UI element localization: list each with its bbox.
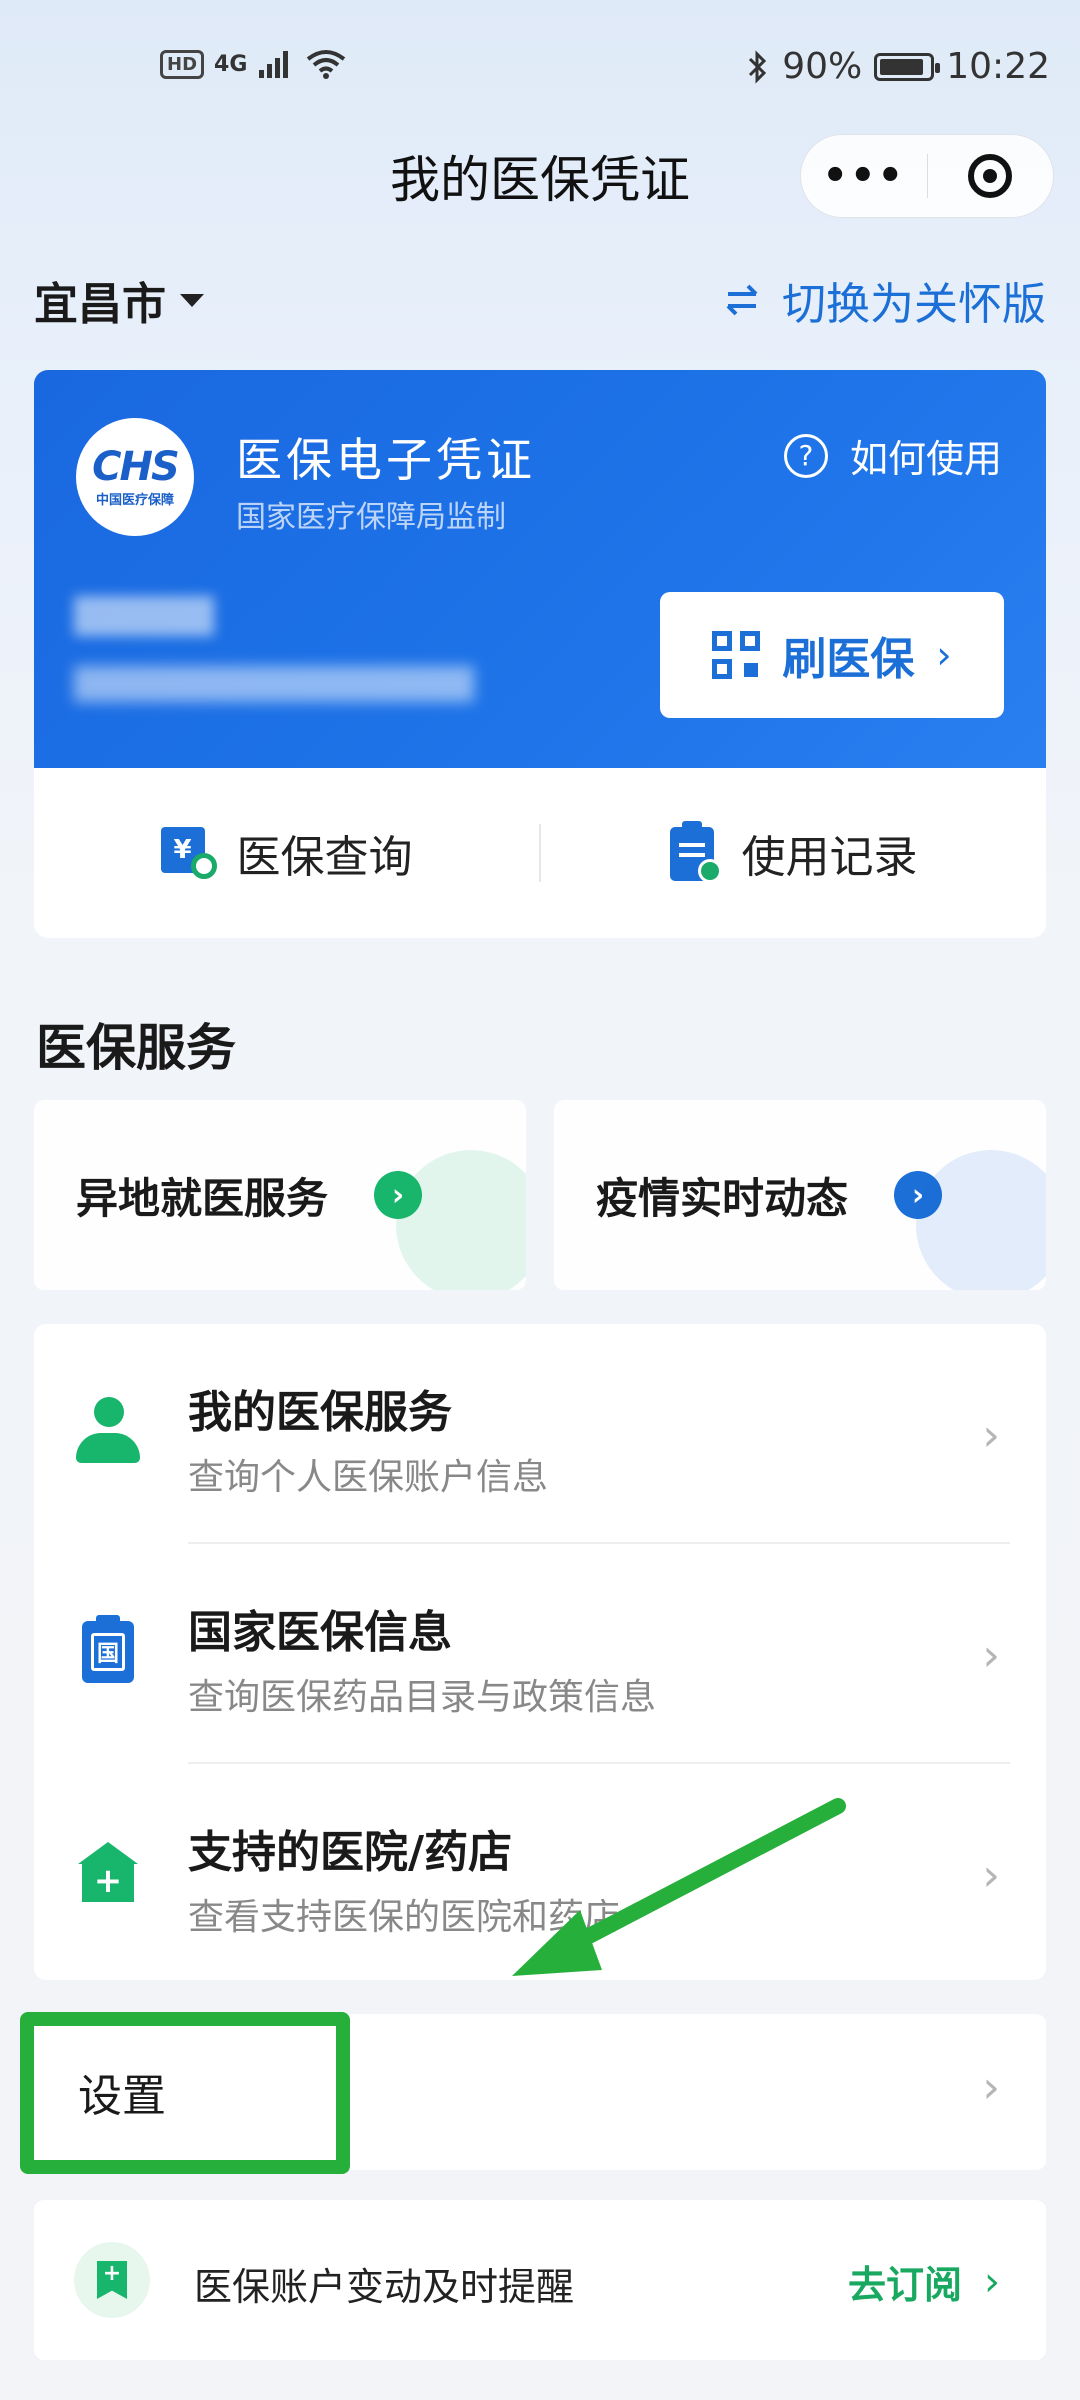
how-to-use-link[interactable]: ? 如何使用	[783, 428, 1002, 483]
list-item-title: 国家医保信息	[188, 1607, 452, 1658]
hospital-icon: +	[70, 1834, 146, 1910]
subscribe-text: 医保账户变动及时提醒	[194, 2265, 575, 2309]
chs-logo: CHS 中国医疗保障	[76, 418, 194, 536]
list-item-my-insurance-service[interactable]: 我的医保服务 查询个人医保账户信息 ›	[34, 1324, 1046, 1542]
epidemic-news-card[interactable]: 疫情实时动态 ›	[554, 1100, 1046, 1290]
caret-down-icon	[180, 293, 204, 307]
network-label: 4G	[214, 51, 248, 77]
chs-logo-text: CHS	[92, 443, 180, 490]
card-subtitle: 国家医疗保障局监制	[236, 500, 506, 535]
switch-care-mode[interactable]: 切换为关怀版	[722, 268, 1046, 332]
city-label: 宜昌市	[34, 279, 166, 330]
promo-label: 疫情实时动态	[596, 1173, 849, 1223]
scan-insurance-button[interactable]: 刷医保 ›	[660, 592, 1004, 718]
chevron-right-icon: ›	[982, 1850, 1000, 1901]
chevron-right-icon: ›	[982, 1410, 1000, 1461]
target-icon	[968, 154, 1013, 198]
card-actions: ¥ 医保查询 使用记录	[34, 768, 1046, 938]
status-right: 90% 10:22	[746, 46, 1050, 87]
bluetooth-icon	[749, 49, 767, 84]
battery-fill	[880, 58, 924, 75]
list-item-title: 支持的医院/药店	[188, 1827, 513, 1878]
question-icon: ?	[783, 433, 828, 478]
chevron-right-icon: ›	[982, 2062, 1000, 2113]
card-title: 医保电子凭证	[236, 433, 536, 487]
close-button[interactable]	[928, 135, 1054, 217]
blurred-name	[74, 596, 214, 636]
list-item-supported-hospitals[interactable]: + 支持的医院/药店 查看支持医保的医院和药店 ›	[34, 1764, 1046, 1982]
person-icon	[70, 1394, 146, 1470]
insurance-query-label: 医保查询	[236, 832, 413, 883]
qr-code-icon	[712, 631, 761, 679]
usage-record-label: 使用记录	[741, 832, 918, 883]
insurance-query-button[interactable]: ¥ 医保查询	[34, 821, 539, 885]
promo-label: 异地就医服务	[76, 1173, 329, 1223]
highlight-box	[20, 2012, 350, 2174]
list-item-title: 我的医保服务	[188, 1387, 452, 1438]
list-item-desc: 查看支持医保的医院和药店	[188, 1897, 621, 1938]
record-icon	[669, 821, 722, 883]
blurred-id-number	[74, 666, 474, 702]
status-left: HD 4G	[160, 48, 347, 80]
signal-icon	[259, 51, 289, 78]
clipboard-icon: 国	[70, 1614, 146, 1690]
swap-arrows-icon	[726, 284, 758, 316]
more-button[interactable]: •••	[801, 135, 927, 217]
status-bar: HD 4G 90% 10:22	[0, 0, 1080, 130]
people-decoration	[916, 1150, 1046, 1290]
chevron-right-icon: ›	[936, 633, 952, 677]
mini-program-capsule: •••	[800, 134, 1054, 218]
bookmark-icon: +	[74, 2242, 150, 2318]
card-header: CHS 中国医疗保障 医保电子凭证 国家医疗保障局监制 ? 如何使用 刷医保 ›	[34, 370, 1046, 768]
hospital-icon-cross: +	[82, 1862, 134, 1902]
query-icon: ¥	[160, 827, 217, 879]
city-selector[interactable]: 宜昌市	[34, 268, 204, 332]
list-item-national-insurance-info[interactable]: 国 国家医保信息 查询医保药品目录与政策信息 ›	[34, 1544, 1046, 1762]
chs-logo-subtext: 中国医疗保障	[95, 492, 174, 508]
medical-insurance-card: CHS 中国医疗保障 医保电子凭证 国家医疗保障局监制 ? 如何使用 刷医保 ›…	[34, 370, 1046, 938]
battery-percent: 90%	[782, 46, 863, 87]
shield-decoration	[396, 1150, 526, 1290]
switch-mode-label: 切换为关怀版	[782, 279, 1046, 330]
list-item-desc: 查询医保药品目录与政策信息	[188, 1677, 657, 1718]
subscribe-button[interactable]: 去订阅 ›	[848, 2254, 1000, 2309]
scan-label: 刷医保	[782, 634, 915, 685]
chevron-right-icon: ›	[984, 2258, 1000, 2305]
remote-medical-service-card[interactable]: 异地就医服务 ›	[34, 1100, 526, 1290]
section-title: 医保服务	[36, 1019, 236, 1077]
clipboard-icon-text: 国	[91, 1633, 125, 1671]
chevron-right-icon: ›	[982, 1630, 1000, 1681]
hd-badge: HD	[160, 49, 205, 79]
subscribe-reminder: + 医保账户变动及时提醒 去订阅 ›	[34, 2200, 1046, 2360]
battery-icon	[874, 52, 941, 81]
how-to-use-label: 如何使用	[849, 437, 1002, 481]
more-dots-icon: •••	[822, 153, 906, 199]
clock: 10:22	[946, 46, 1050, 87]
list-item-desc: 查询个人医保账户信息	[188, 1457, 549, 1498]
subscribe-label: 去订阅	[847, 2263, 962, 2307]
service-list: 我的医保服务 查询个人医保账户信息 › 国 国家医保信息 查询医保药品目录与政策…	[34, 1324, 1046, 1980]
wifi-icon	[307, 50, 346, 79]
usage-record-button[interactable]: 使用记录	[541, 821, 1046, 885]
